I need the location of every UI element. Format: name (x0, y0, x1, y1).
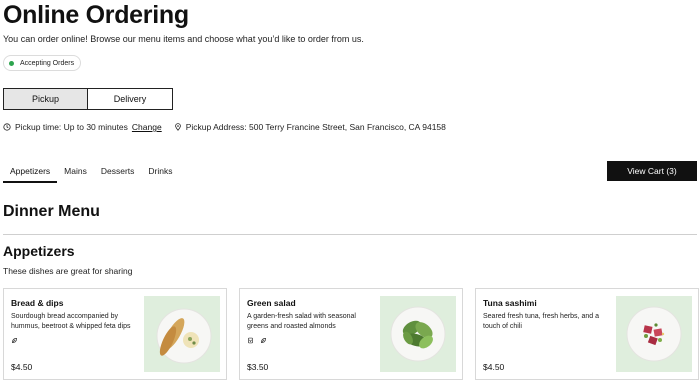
vegan-icon (248, 337, 253, 344)
status-dot-icon (9, 60, 14, 66)
item-description: Sourdough bread accompanied by hummus, b… (11, 313, 131, 330)
leaf-icon (261, 338, 266, 343)
item-name: Bread & dips (11, 298, 64, 308)
tab-drinks[interactable]: Drinks (141, 164, 179, 183)
item-name: Tuna sashimi (483, 298, 537, 308)
menu-item-card[interactable]: Tuna sashimi Seared fresh tuna, fresh he… (475, 288, 699, 380)
pickup-address: Pickup Address: 500 Terry Francine Stree… (174, 122, 446, 132)
item-price: $3.50 (247, 362, 269, 372)
item-name: Green salad (247, 298, 296, 308)
pickup-info-row: Pickup time: Up to 30 minutes Change Pic… (3, 122, 446, 132)
section-title: Appetizers (3, 243, 75, 259)
item-description: A garden-fresh salad with seasonal green… (247, 313, 356, 330)
fulfillment-toggle: Pickup Delivery (3, 88, 173, 110)
pickup-time: Pickup time: Up to 30 minutes (15, 122, 128, 132)
view-cart-button[interactable]: View Cart (3) (607, 161, 697, 181)
item-price: $4.50 (11, 362, 33, 372)
menu-item-card[interactable]: Green salad A garden-fresh salad with se… (239, 288, 463, 380)
change-link[interactable]: Change (132, 122, 162, 132)
clock-icon (3, 123, 11, 131)
menu-title: Dinner Menu (3, 203, 100, 220)
item-tags (247, 337, 267, 344)
green-salad-image (380, 296, 456, 372)
pickup-address-text: Pickup Address: 500 Terry Francine Stree… (185, 122, 446, 132)
delivery-button[interactable]: Delivery (88, 88, 173, 110)
tab-appetizers[interactable]: Appetizers (3, 164, 58, 183)
tab-desserts[interactable]: Desserts (94, 164, 142, 183)
page-title: Online Ordering (3, 1, 189, 29)
category-tabs: Appetizers Mains Desserts Drinks (3, 164, 180, 183)
menu-items: Bread & dips Sourdough bread accompanied… (3, 288, 699, 380)
status-badge: Accepting Orders (3, 55, 82, 71)
menu-item-card[interactable]: Bread & dips Sourdough bread accompanied… (3, 288, 227, 380)
leaf-icon (12, 338, 17, 343)
item-description: Seared fresh tuna, fresh herbs, and a to… (483, 313, 599, 330)
item-price: $4.50 (483, 362, 505, 372)
tuna-sashimi-image (616, 296, 692, 372)
intro-text: You can order online! Browse our menu it… (3, 34, 364, 44)
status-label: Accepting Orders (20, 59, 75, 67)
bread-dips-image (144, 296, 220, 372)
tab-mains[interactable]: Mains (57, 164, 94, 183)
section-subtitle: These dishes are great for sharing (3, 266, 133, 276)
location-pin-icon (174, 123, 181, 131)
pickup-button[interactable]: Pickup (3, 88, 88, 110)
divider (3, 234, 697, 235)
item-tags (11, 337, 18, 344)
